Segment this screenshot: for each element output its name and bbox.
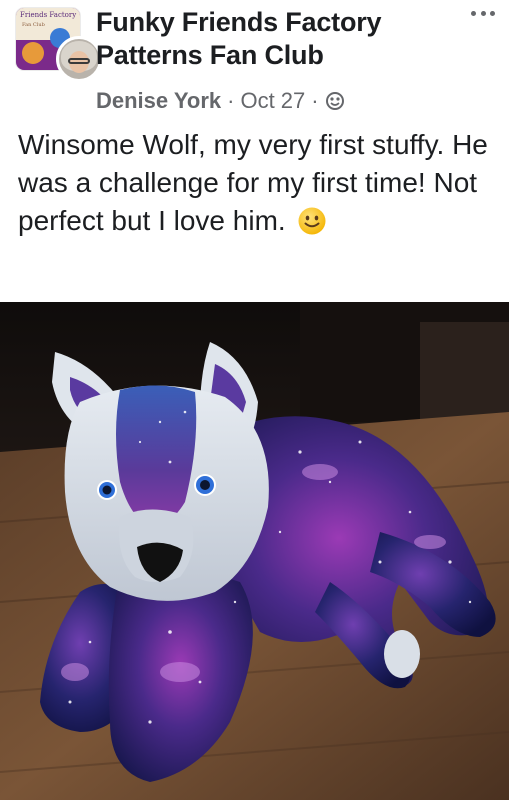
meta-separator: · — [311, 88, 319, 113]
post-body: Winsome Wolf, my very first stuffy. He w… — [18, 126, 498, 240]
globe-icon[interactable] — [325, 91, 345, 111]
post-date-link[interactable]: Oct 27 — [240, 88, 305, 114]
group-name-link[interactable]: Funky Friends Factory Patterns Fan Club — [96, 6, 456, 72]
post-meta: Denise York · Oct 27 · — [96, 88, 345, 114]
post-header: Friends Factory Fan Club Funky Friends F… — [0, 0, 509, 118]
smiley-icon — [298, 207, 326, 235]
more-options-icon[interactable] — [471, 6, 495, 20]
avatar-stack[interactable]: Friends Factory Fan Club — [16, 8, 102, 82]
post-text: Winsome Wolf, my very first stuffy. He w… — [18, 129, 488, 236]
meta-separator: · — [227, 88, 235, 113]
wolf-plush-image — [0, 302, 509, 800]
group-avatar-title: Friends Factory — [20, 11, 77, 19]
author-name-link[interactable]: Denise York — [96, 88, 221, 114]
group-avatar-subtitle: Fan Club — [22, 22, 45, 28]
post-photo[interactable] — [0, 302, 509, 800]
